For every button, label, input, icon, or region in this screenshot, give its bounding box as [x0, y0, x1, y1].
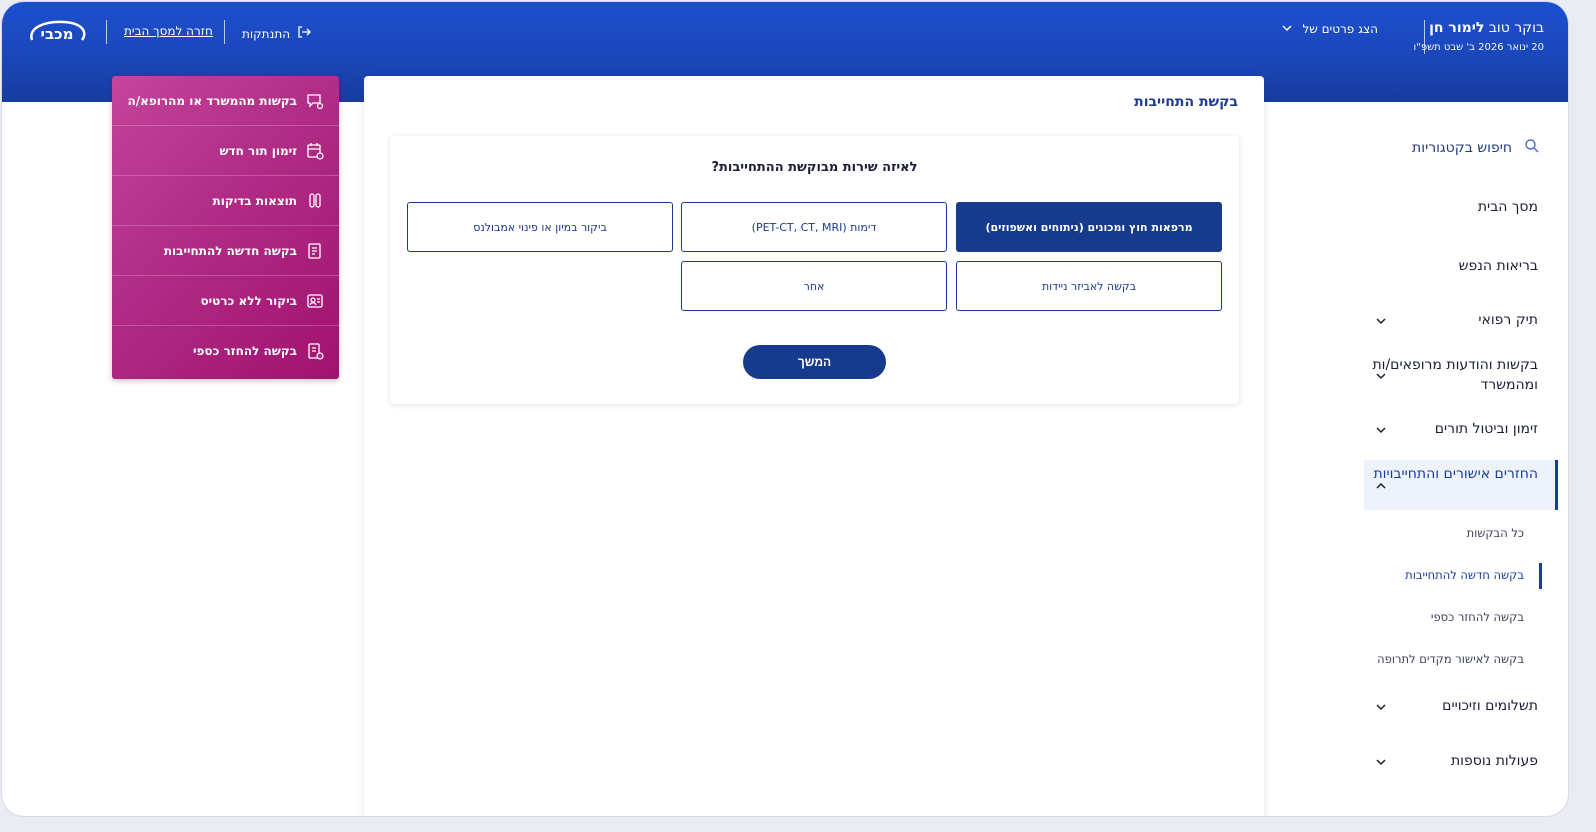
option-other[interactable]: אחר	[681, 261, 947, 311]
greeting-line: בוקר טוב לימור חן	[1414, 20, 1544, 36]
search-icon	[1524, 138, 1540, 158]
category-search-label: חיפוש בקטגוריות	[1412, 140, 1512, 156]
document-refund-icon	[305, 341, 325, 361]
logout-button[interactable]: התנתקות	[242, 24, 312, 43]
quick-action-visit-no-card[interactable]: ביקור ללא כרטיס	[112, 276, 339, 326]
page-title: בקשת התחייבות	[1134, 94, 1238, 110]
chevron-down-icon[interactable]	[1374, 368, 1388, 382]
header-divider	[106, 20, 107, 44]
quick-action-new-commitment[interactable]: בקשה חדשה להתחייבות	[112, 226, 339, 276]
quick-action-label: בקשה להחזר כספי	[192, 344, 297, 358]
chat-doctor-icon	[305, 91, 325, 111]
nav-mental-health[interactable]: בריאות הנפש	[1366, 256, 1538, 276]
sub-nav-refund-request[interactable]: בקשה להחזר כספי	[1431, 610, 1524, 624]
date-line: 20 ינואר 2026 ב' שבט תשפ"ו	[1413, 42, 1545, 53]
nav-more-actions[interactable]: פעולות נוספות	[1366, 751, 1538, 771]
header-divider	[224, 20, 225, 44]
logout-icon	[296, 24, 312, 43]
show-details-dropdown[interactable]: הצג פרטים של	[1282, 22, 1378, 36]
app-window: בוקר טוב לימור חן 20 ינואר 2026 ב' שבט ת…	[2, 2, 1568, 816]
maccabi-logo[interactable]: מכבי	[24, 18, 90, 46]
greeting-prefix: בוקר טוב	[1488, 20, 1544, 36]
chevron-down-icon[interactable]	[1374, 313, 1388, 327]
quick-action-refund[interactable]: בקשה להחזר כספי	[112, 326, 339, 376]
document-new-icon	[305, 241, 325, 261]
quick-action-test-results[interactable]: תוצאות בדיקות	[112, 176, 339, 226]
option-mobility-aid[interactable]: בקשה לאביזר ניידות	[956, 261, 1222, 311]
user-name: לימור חן	[1429, 20, 1485, 36]
chevron-down-icon	[1282, 22, 1292, 36]
brand-name: מכבי	[41, 25, 74, 43]
nav-payments[interactable]: תשלומים וזיכויים	[1366, 696, 1538, 716]
header-divider	[1424, 20, 1425, 54]
chevron-down-icon[interactable]	[1374, 422, 1388, 436]
quick-action-label: בקשה חדשה להתחייבות	[163, 243, 297, 258]
continue-button[interactable]: המשך	[743, 345, 886, 379]
option-imaging[interactable]: דימות (PET-CT, CT, MRI)	[681, 202, 947, 252]
nav-doctor-messages[interactable]: בקשות והודעות מרופאים/ות ומהמשרד	[1366, 355, 1538, 395]
sub-nav-all-requests[interactable]: כל הבקשות	[1467, 526, 1524, 540]
test-tubes-icon	[305, 191, 325, 211]
option-er-ambulance[interactable]: ביקור במיון או פינוי אמבולנס	[407, 202, 673, 252]
chevron-down-icon[interactable]	[1374, 754, 1388, 768]
active-indicator	[1539, 563, 1542, 589]
category-search[interactable]: חיפוש בקטגוריות	[1412, 138, 1540, 158]
sub-nav-new-commitment[interactable]: בקשה חדשה להתחייבות	[1405, 568, 1524, 582]
quick-action-label: ביקור ללא כרטיס	[200, 293, 297, 308]
option-outpatient[interactable]: מרפאות חוץ ומכונים (ניתוחים ואשפוזים)	[956, 202, 1222, 252]
quick-action-new-appointment[interactable]: זימון תור חדש	[112, 126, 339, 176]
service-question-card: לאיזה שירות מבוקשת ההתחייבות? מרפאות חוץ…	[390, 136, 1239, 404]
chevron-down-icon[interactable]	[1374, 699, 1388, 713]
logout-label: התנתקות	[242, 26, 291, 41]
calendar-add-icon	[305, 141, 325, 161]
chevron-up-icon[interactable]	[1374, 478, 1388, 492]
service-question: לאיזה שירות מבוקשת ההתחייבות?	[711, 160, 918, 175]
quick-action-label: בקשות מהמשרד או מהרופא/ה	[127, 93, 297, 108]
id-card-icon	[305, 291, 325, 311]
quick-action-office-requests[interactable]: בקשות מהמשרד או מהרופא/ה	[112, 76, 339, 126]
nav-appointments[interactable]: זימון וביטול תורים	[1366, 419, 1538, 439]
show-details-label: הצג פרטים של	[1302, 22, 1378, 36]
sub-nav-drug-preapproval[interactable]: בקשה לאישור מקדים לתרופה	[1377, 652, 1524, 666]
nav-medical-file[interactable]: תיק רפואי	[1366, 310, 1538, 330]
back-home-link[interactable]: חזרה למסך הבית	[124, 24, 213, 38]
request-card: בקשת התחייבות לאיזה שירות מבוקשת ההתחייב…	[364, 76, 1264, 816]
user-greeting: בוקר טוב לימור חן 20 ינואר 2026 ב' שבט ת…	[1414, 20, 1545, 53]
quick-action-label: זימון תור חדש	[219, 143, 297, 158]
nav-refunds-approvals[interactable]: החזרים אישורים והתחייבויות	[1366, 464, 1538, 484]
quick-action-label: תוצאות בדיקות	[212, 193, 297, 208]
quick-actions-panel: בקשות מהמשרד או מהרופא/ה זימון תור חדש ת…	[112, 76, 339, 379]
nav-home[interactable]: מסך הבית	[1366, 197, 1538, 217]
